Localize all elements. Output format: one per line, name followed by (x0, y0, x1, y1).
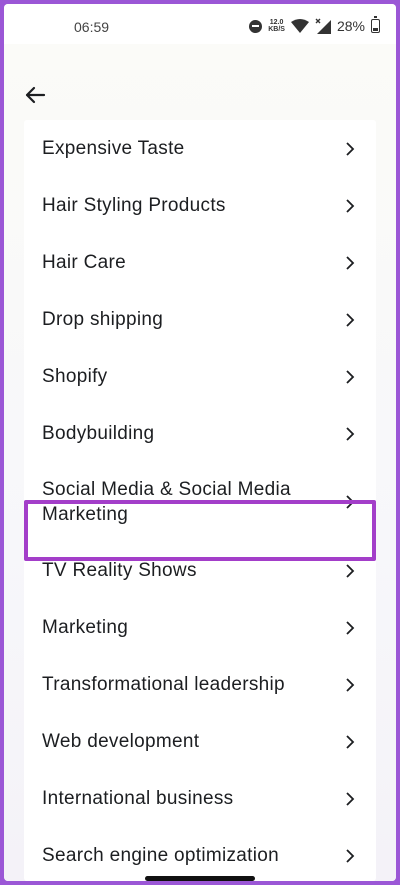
list-item[interactable]: Hair Care (24, 234, 376, 291)
chevron-right-icon (346, 848, 355, 863)
back-button[interactable] (22, 82, 48, 108)
list-item[interactable]: Shopify (24, 348, 376, 405)
chevron-right-icon (346, 495, 355, 509)
list-item[interactable]: Social Media & Social Media Marketing (24, 462, 376, 542)
list-item-label: TV Reality Shows (42, 560, 197, 581)
chevron-right-icon (346, 312, 355, 327)
chevron-right-icon (346, 255, 355, 270)
list-item-label: Social Media & Social Media Marketing (42, 479, 291, 525)
chevron-right-icon (346, 369, 355, 384)
list-item-label: Hair Styling Products (42, 195, 226, 216)
wifi-icon (290, 19, 309, 33)
do-not-disturb-icon (249, 19, 263, 33)
list-item[interactable]: Transformational leadership (24, 656, 376, 713)
topics-screen: Expensive Taste Hair Styling Products Hair… (4, 44, 396, 881)
list-item-label: Web development (42, 731, 200, 752)
list-item[interactable]: International business (24, 770, 376, 827)
arrow-left-icon (25, 86, 46, 104)
list-item-label: International business (42, 788, 234, 809)
status-bar: 06:59 12.0 KB/S 28% (4, 4, 396, 44)
list-item[interactable]: Marketing (24, 599, 376, 656)
home-indicator[interactable] (145, 876, 255, 881)
status-icons: 12.0 KB/S 28% (249, 16, 380, 35)
list-item[interactable]: Drop shipping (24, 291, 376, 348)
list-item-label: Transformational leadership (42, 674, 285, 695)
topics-list: Expensive Taste Hair Styling Products Hair… (24, 120, 376, 881)
chevron-right-icon (346, 141, 355, 156)
list-item[interactable]: TV Reality Shows (24, 542, 376, 599)
list-item-label: Search engine optimization (42, 845, 279, 866)
network-speed: 12.0 KB/S (268, 19, 285, 33)
list-item-label: Shopify (42, 366, 108, 387)
list-item[interactable]: Web development (24, 713, 376, 770)
list-item-label: Bodybuilding (42, 423, 155, 444)
list-item[interactable]: Search engine optimization (24, 827, 376, 881)
chevron-right-icon (346, 791, 355, 806)
list-item-label: Expensive Taste (42, 138, 185, 159)
phone-screen: 06:59 12.0 KB/S 28% Expensive TasteHair (4, 4, 396, 881)
chevron-right-icon (346, 734, 355, 749)
list-item-label: Hair Care (42, 252, 126, 273)
chevron-right-icon (346, 620, 355, 635)
cell-signal-icon (315, 18, 331, 34)
status-time: 06:59 (74, 19, 110, 35)
chevron-right-icon (346, 563, 355, 578)
network-speed-value: 12.0 (269, 19, 284, 26)
battery-percent: 28% (336, 18, 365, 34)
network-speed-unit: KB/S (268, 26, 285, 33)
chevron-right-icon (346, 198, 355, 213)
chevron-right-icon (346, 426, 355, 441)
list-item-label: Marketing (42, 617, 129, 638)
list-item[interactable]: Expensive Taste (24, 120, 376, 177)
chevron-right-icon (346, 677, 355, 692)
list-item[interactable]: Hair Styling Products (24, 177, 376, 234)
battery-icon (371, 16, 380, 33)
list-item[interactable]: Bodybuilding (24, 405, 376, 462)
list-item-label: Drop shipping (42, 309, 164, 330)
